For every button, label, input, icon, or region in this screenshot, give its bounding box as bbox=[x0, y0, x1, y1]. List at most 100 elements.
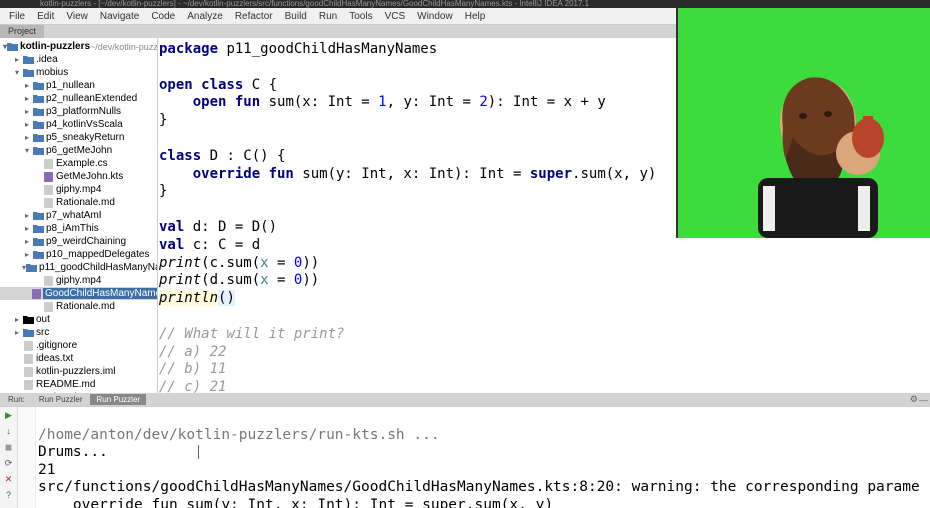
tree-node[interactable]: Rationale.md bbox=[0, 196, 157, 209]
webcam-overlay bbox=[676, 8, 930, 238]
folder-icon bbox=[26, 263, 37, 273]
tree-node[interactable]: ▸p8_iAmThis bbox=[0, 222, 157, 235]
tree-arrow-icon[interactable]: ▸ bbox=[22, 94, 32, 103]
tree-node[interactable]: ▾ p6_getMeJohn bbox=[0, 144, 157, 157]
code-text: D : C() { bbox=[201, 148, 285, 164]
tree-arrow-icon[interactable]: ▾ bbox=[22, 146, 32, 155]
scroll-icon[interactable]: ↓ bbox=[3, 425, 15, 437]
keyword-super: super bbox=[530, 166, 572, 182]
menu-analyze[interactable]: Analyze bbox=[182, 10, 228, 23]
tab-run-puzzler-2[interactable]: Run Puzzler bbox=[90, 394, 146, 405]
tree-arrow-icon[interactable]: ▸ bbox=[22, 237, 32, 246]
file-icon bbox=[22, 341, 34, 351]
rerun-icon[interactable]: ▶ bbox=[3, 409, 15, 421]
text-cursor bbox=[198, 445, 199, 459]
help-icon[interactable]: ? bbox=[3, 489, 15, 501]
menu-window[interactable]: Window bbox=[412, 10, 458, 23]
console-output[interactable]: /home/anton/dev/kotlin-puzzlers/run-kts.… bbox=[36, 407, 930, 508]
tree-node[interactable]: ▸p3_platformNulls bbox=[0, 105, 157, 118]
menu-code[interactable]: Code bbox=[146, 10, 180, 23]
run-panel: ▶ ↓ ◼ ⟳ ✕ ? /home/anton/dev/kotlin-puzzl… bbox=[0, 406, 930, 508]
tree-node[interactable]: ▾kotlin-puzzlers ~/dev/kotlin-puzzlers bbox=[0, 40, 157, 53]
tree-node[interactable]: ▸p2_nulleanExtended bbox=[0, 92, 157, 105]
tree-node[interactable]: ▸src bbox=[0, 326, 157, 339]
gear-icon[interactable]: ⚙ bbox=[910, 394, 918, 405]
tree-node[interactable]: .gitignore bbox=[0, 339, 157, 352]
tree-node[interactable]: ▸out bbox=[0, 313, 157, 326]
tree-node-label: ideas.txt bbox=[36, 353, 73, 364]
menu-navigate[interactable]: Navigate bbox=[95, 10, 144, 23]
tree-node[interactable]: GoodChildHasManyNames.kts bbox=[0, 287, 157, 300]
tree-arrow-icon[interactable]: ▸ bbox=[22, 224, 32, 233]
tree-node[interactable]: ▸p9_weirdChaining bbox=[0, 235, 157, 248]
hide-icon[interactable]: — bbox=[919, 395, 928, 405]
tree-node[interactable]: kotlin-puzzlers.iml bbox=[0, 365, 157, 378]
code-text: )) bbox=[302, 255, 319, 271]
menu-file[interactable]: File bbox=[4, 10, 30, 23]
restart-icon[interactable]: ⟳ bbox=[3, 457, 15, 469]
presenter-image bbox=[708, 38, 908, 238]
file-icon bbox=[22, 380, 34, 390]
tree-node[interactable]: giphy.mp4 bbox=[0, 183, 157, 196]
tree-arrow-icon[interactable]: ▸ bbox=[22, 133, 32, 142]
folder-icon bbox=[32, 120, 44, 130]
menu-build[interactable]: Build bbox=[280, 10, 312, 23]
tree-node-label: p6_getMeJohn bbox=[46, 145, 112, 156]
tree-arrow-icon[interactable]: ▸ bbox=[22, 211, 32, 220]
tree-node-label: Rationale.md bbox=[56, 197, 115, 208]
menu-edit[interactable]: Edit bbox=[32, 10, 59, 23]
project-tree[interactable]: ▾kotlin-puzzlers ~/dev/kotlin-puzzlers▸.… bbox=[0, 38, 158, 393]
code-text: sum(y: Int, x: Int): Int = bbox=[294, 166, 530, 182]
tree-node[interactable]: giphy.mp4 bbox=[0, 274, 157, 287]
keyword-class: class bbox=[159, 148, 201, 164]
tree-arrow-icon[interactable]: ▸ bbox=[12, 328, 22, 337]
tree-node-label: GoodChildHasManyNames.kts bbox=[43, 288, 158, 299]
tree-node[interactable]: ▸p4_kotlinVsScala bbox=[0, 118, 157, 131]
named-param: x bbox=[260, 272, 268, 288]
tree-arrow-icon[interactable]: ▸ bbox=[12, 55, 22, 64]
tree-node[interactable]: ▸p7_whatAmI bbox=[0, 209, 157, 222]
project-tab[interactable]: Project bbox=[0, 25, 44, 38]
tree-arrow-icon[interactable]: ▸ bbox=[22, 250, 32, 259]
tree-node[interactable]: ▸.idea bbox=[0, 53, 157, 66]
tree-node[interactable]: ideas.txt bbox=[0, 352, 157, 365]
close-icon[interactable]: ✕ bbox=[3, 473, 15, 485]
code-text: .sum(x, y) bbox=[572, 166, 656, 182]
folder-icon bbox=[22, 328, 34, 338]
menu-view[interactable]: View bbox=[61, 10, 93, 23]
output-warning: src/functions/goodChildHasManyNames/Good… bbox=[38, 479, 920, 495]
tree-node[interactable]: ▸p5_sneakyReturn bbox=[0, 131, 157, 144]
kts-icon bbox=[32, 289, 41, 299]
tool-window-tabs: Run: Run Puzzler Run Puzzler ⚙ — bbox=[0, 393, 930, 406]
keyword-open-fun: open fun bbox=[159, 94, 260, 110]
tree-node[interactable]: GetMeJohn.kts bbox=[0, 170, 157, 183]
keyword-package: package bbox=[159, 41, 218, 57]
menu-tools[interactable]: Tools bbox=[344, 10, 377, 23]
menu-vcs[interactable]: VCS bbox=[380, 10, 411, 23]
keyword-val: val bbox=[159, 219, 184, 235]
tree-node-label: p10_mappedDelegates bbox=[46, 249, 149, 260]
folder-icon bbox=[32, 146, 44, 156]
tree-arrow-icon[interactable]: ▾ bbox=[12, 68, 22, 77]
menu-help[interactable]: Help bbox=[460, 10, 491, 23]
tab-run-puzzler-1[interactable]: Run Puzzler bbox=[33, 394, 89, 405]
tree-node-label: giphy.mp4 bbox=[56, 275, 101, 286]
tree-node[interactable]: README.md bbox=[0, 378, 157, 391]
tree-node[interactable]: ▸ p10_mappedDelegates bbox=[0, 248, 157, 261]
menu-run[interactable]: Run bbox=[314, 10, 342, 23]
tree-arrow-icon[interactable]: ▸ bbox=[12, 315, 22, 324]
stop-icon[interactable]: ◼ bbox=[3, 441, 15, 453]
tree-node[interactable]: Example.cs bbox=[0, 157, 157, 170]
menu-refactor[interactable]: Refactor bbox=[230, 10, 278, 23]
folder-icon bbox=[32, 81, 44, 91]
tree-node[interactable]: Rationale.md bbox=[0, 300, 157, 313]
tree-arrow-icon[interactable]: ▸ bbox=[22, 81, 32, 90]
tree-arrow-icon[interactable]: ▸ bbox=[22, 107, 32, 116]
tree-node-label: Rationale.md bbox=[56, 301, 115, 312]
tree-node[interactable]: ▾p11_goodChildHasManyNames bbox=[0, 261, 157, 274]
named-param: x bbox=[260, 255, 268, 271]
code-text: = bbox=[269, 272, 294, 288]
tree-node[interactable]: ▾mobius bbox=[0, 66, 157, 79]
tree-node[interactable]: ▸p1_nullean bbox=[0, 79, 157, 92]
tree-arrow-icon[interactable]: ▸ bbox=[22, 120, 32, 129]
